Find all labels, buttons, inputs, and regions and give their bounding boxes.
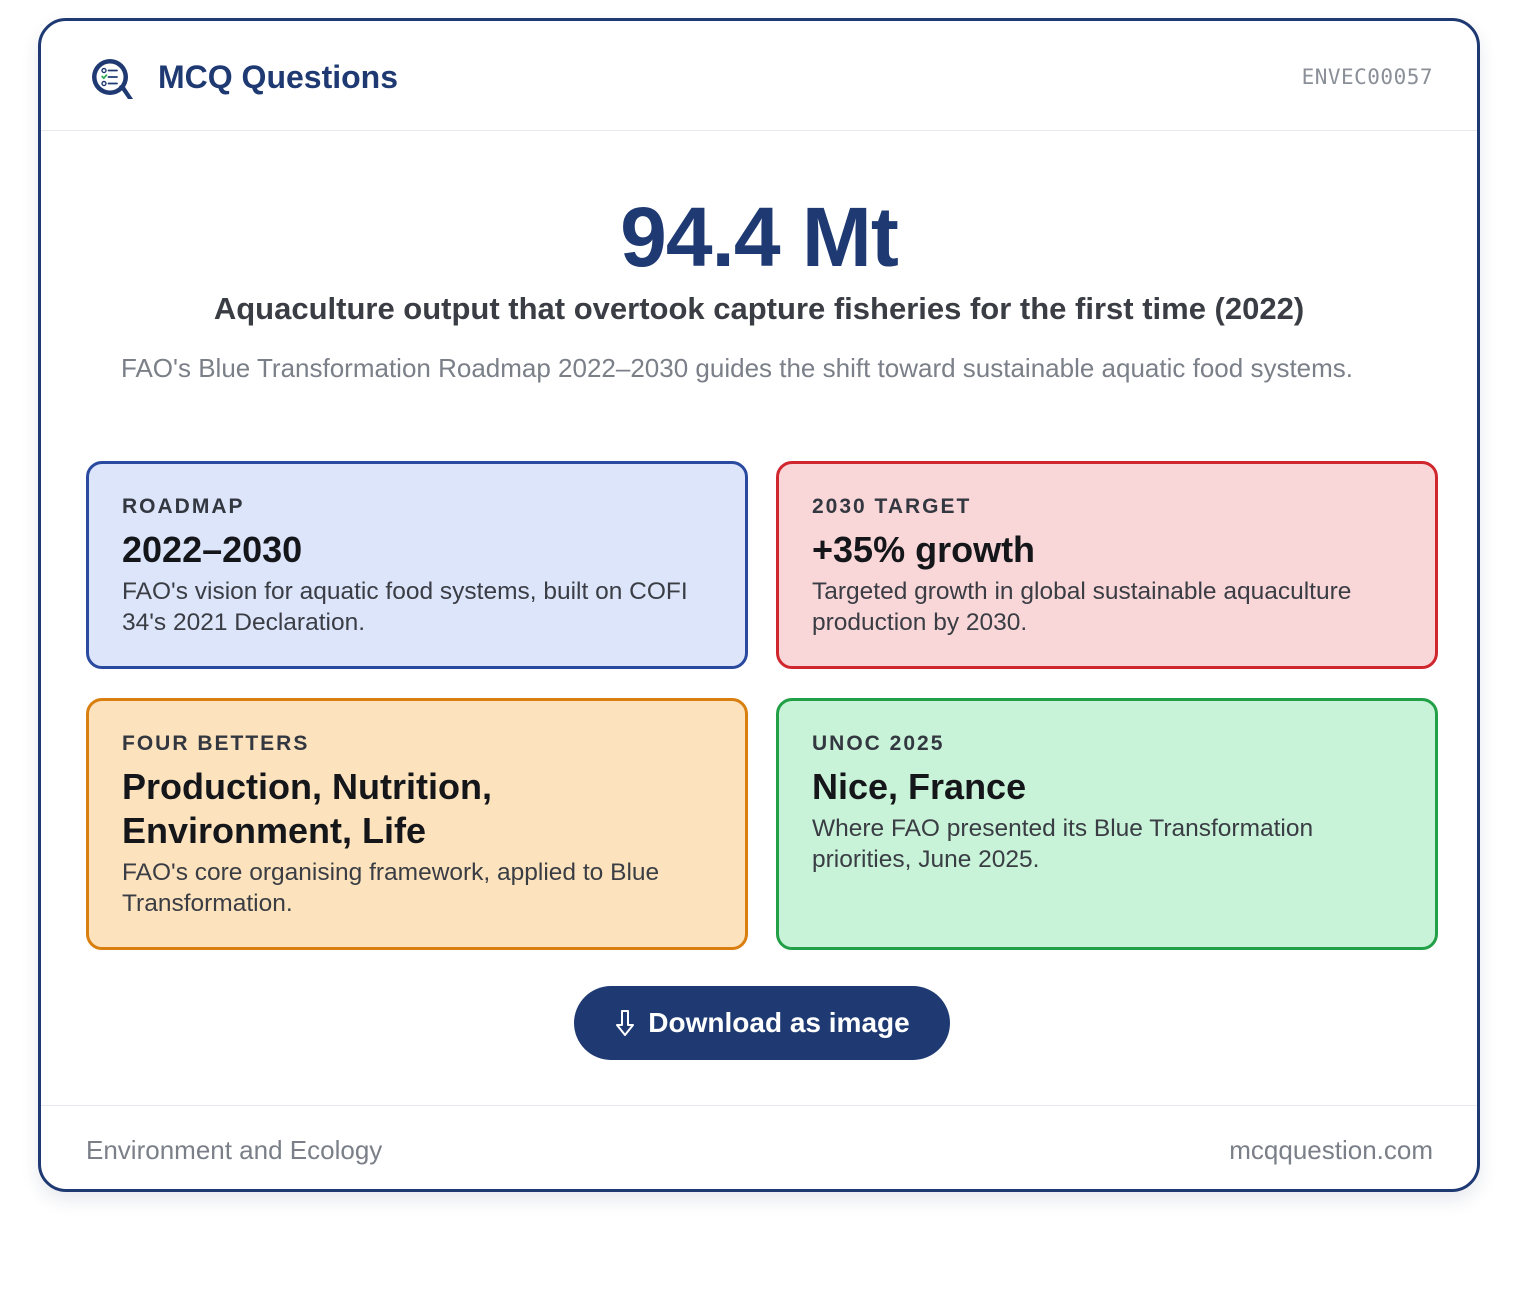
checklist-logo-icon: [92, 59, 133, 99]
headline-stat: 94.4 Mt: [620, 190, 899, 284]
fact-box-label: UNOC 2025: [812, 732, 945, 755]
fact-box-text: Where FAO presented its Blue Transformat…: [812, 815, 1314, 873]
fact-box-four-betters: FOUR BETTERS Production, Nutrition, Envi…: [86, 698, 748, 950]
infographic-card: MCQ Questions ENVEC00057 94.4 Mt Aquacul…: [38, 18, 1480, 1192]
card-footer: Environment and Ecology mcqquestion.com: [41, 1105, 1477, 1189]
download-button-label: Download as image: [648, 1007, 910, 1038]
fact-box-label: ROADMAP: [122, 495, 245, 518]
fact-box-target: 2030 TARGET +35% growth Targeted growth …: [776, 461, 1438, 669]
fact-box-text: FAO's core organising framework, applied…: [122, 859, 660, 917]
card-header: MCQ Questions ENVEC00057: [41, 21, 1477, 131]
footer-site-link[interactable]: mcqquestion.com: [1229, 1134, 1433, 1166]
fact-box-value: 2022–2030: [122, 529, 303, 570]
fact-box-value: Nice, France: [812, 766, 1027, 807]
fact-box-value: Production, Nutrition, Environment, Life: [122, 766, 492, 851]
download-image-button[interactable]: Download as image: [574, 986, 950, 1060]
download-arrow-icon: [616, 1010, 635, 1036]
fact-box-label: FOUR BETTERS: [122, 732, 310, 755]
stat-caption: Aquaculture output that overtook capture…: [213, 291, 1305, 326]
footer-category: Environment and Ecology: [86, 1135, 383, 1165]
fact-box-unoc: UNOC 2025 Nice, France Where FAO present…: [776, 698, 1438, 950]
fact-box-text: FAO's vision for aquatic food systems, b…: [122, 578, 688, 636]
fact-box-roadmap: ROADMAP 2022–2030 FAO's vision for aquat…: [86, 461, 748, 669]
brand-title: MCQ Questions: [158, 59, 399, 95]
fact-box-value: +35% growth: [812, 529, 1036, 570]
question-code: ENVEC00057: [1301, 65, 1433, 89]
fact-box-label: 2030 TARGET: [812, 495, 972, 518]
fact-box-text: Targeted growth in global sustainable aq…: [812, 578, 1352, 636]
stat-description: FAO's Blue Transformation Roadmap 2022–2…: [121, 353, 1354, 383]
